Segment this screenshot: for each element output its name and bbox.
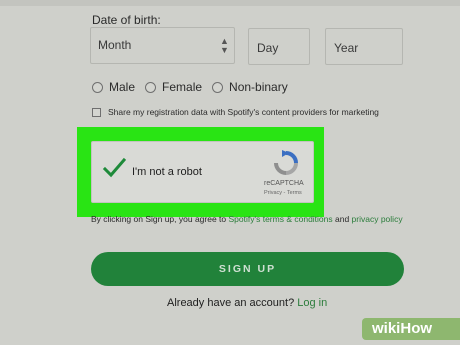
month-select[interactable]: Month ▲ ▼ xyxy=(90,27,235,64)
year-placeholder: Year xyxy=(334,41,359,55)
terms-text: By clicking on Sign up, you agree to Spo… xyxy=(91,212,406,227)
select-arrows-icon: ▲ ▼ xyxy=(220,36,229,55)
recaptcha-privacy-terms[interactable]: Privacy - Terms xyxy=(264,190,302,196)
share-data-label: Share my registration data with Spotify'… xyxy=(108,107,379,117)
sign-up-button[interactable]: SIGN UP xyxy=(91,252,404,286)
wikihow-how: How xyxy=(400,320,433,337)
recaptcha-label: I'm not a robot xyxy=(132,166,202,178)
radio-male-label: Male xyxy=(109,80,136,94)
checkbox-icon xyxy=(92,107,101,117)
radio-circle-icon xyxy=(212,81,224,93)
checkmark-icon[interactable] xyxy=(102,156,126,180)
terms-prefix: By clicking on Sign up, you agree to xyxy=(91,214,229,224)
radio-female[interactable]: Female xyxy=(145,80,202,94)
login-prompt: Already have an account? Log in xyxy=(167,297,327,309)
dob-label: Date of birth: xyxy=(92,13,161,27)
top-edge xyxy=(0,0,460,6)
recaptcha-widget: I'm not a robot reCAPTCHA Privacy - Term… xyxy=(91,141,314,203)
recaptcha-logo-icon xyxy=(274,150,298,175)
radio-circle-icon xyxy=(145,81,157,93)
radio-non-binary[interactable]: Non-binary xyxy=(212,80,288,94)
log-in-link[interactable]: Log in xyxy=(297,297,327,309)
share-data-checkbox[interactable]: Share my registration data with Spotify'… xyxy=(92,107,379,117)
gender-radio-group: Male Female Non-binary xyxy=(92,80,298,94)
radio-male[interactable]: Male xyxy=(92,80,135,94)
radio-female-label: Female xyxy=(162,80,203,94)
login-prompt-text: Already have an account? xyxy=(167,297,298,309)
year-input[interactable]: Year xyxy=(325,28,403,65)
privacy-policy-link[interactable]: privacy policy xyxy=(352,214,403,224)
recaptcha-brand: reCAPTCHA xyxy=(264,180,304,187)
radio-circle-icon xyxy=(92,81,103,93)
radio-non-binary-label: Non-binary xyxy=(229,80,288,94)
wikihow-watermark: wikiHow xyxy=(362,318,460,340)
day-input[interactable]: Day xyxy=(248,28,310,65)
wikihow-wiki: wiki xyxy=(372,320,401,337)
day-placeholder: Day xyxy=(257,41,279,55)
month-select-value: Month xyxy=(98,38,132,52)
terms-middle: and xyxy=(332,214,352,224)
terms-link[interactable]: Spotify's terms & conditions xyxy=(229,214,333,224)
